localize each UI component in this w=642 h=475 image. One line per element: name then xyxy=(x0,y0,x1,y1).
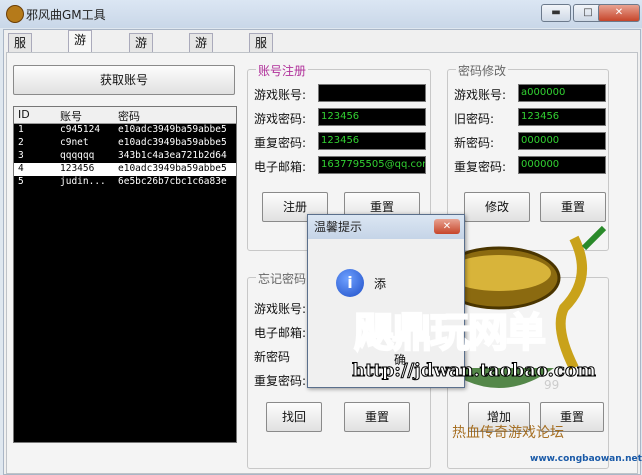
repeat-new-password-input[interactable]: 000000 xyxy=(518,156,606,174)
register-repeat-input[interactable]: 123456 xyxy=(318,132,426,150)
forgot-repeat-label: 重复密码: xyxy=(254,374,307,388)
dialog-message: 添 xyxy=(374,277,387,291)
change-account-input[interactable]: a000000 xyxy=(518,84,606,102)
forgot-password-title: 忘记密码 xyxy=(256,270,309,287)
register-email-input[interactable]: 1637795505@qq.com xyxy=(318,156,426,174)
old-password-input[interactable]: 123456 xyxy=(518,108,606,126)
window-title: 邪风曲GM工具 xyxy=(26,8,106,22)
table-row[interactable]: 3 qqqqqq 343b1c4a3ea721b2d64 xyxy=(14,150,236,163)
watermark-forum: 热血传奇游戏论坛 xyxy=(452,425,564,441)
repeat-new-password-label: 重复密码: xyxy=(454,160,507,174)
new-password-label: 新密码: xyxy=(454,136,495,150)
new-password-input[interactable]: 000000 xyxy=(518,132,606,150)
dialog-close-button[interactable]: ✕ xyxy=(434,219,460,234)
info-icon: i xyxy=(336,269,364,297)
forgot-email-label: 电子邮箱: xyxy=(254,326,307,340)
register-email-label: 电子邮箱: xyxy=(254,160,307,174)
account-list[interactable]: ID 账号 密码 1 c945124 e10adc3949ba59abbe5 2 c9… xyxy=(13,106,237,443)
find-button[interactable]: 找回 xyxy=(266,402,322,432)
watermark-site: www.congbaowan.net xyxy=(530,454,642,464)
watermark-title: 飓鼎玩网单 xyxy=(353,309,547,357)
register-account-input[interactable] xyxy=(318,84,426,102)
table-row[interactable]: 2 c9net e10adc3949ba59abbe5 xyxy=(14,137,236,150)
list-header: ID 账号 密码 xyxy=(14,107,236,124)
forgot-account-label: 游戏账号: xyxy=(254,302,307,316)
column-password[interactable]: 密码 xyxy=(118,108,140,124)
old-password-label: 旧密码: xyxy=(454,112,495,126)
get-accounts-button[interactable]: 获取账号 xyxy=(13,65,235,95)
change-account-label: 游戏账号: xyxy=(454,88,507,102)
register-account-label: 游戏账号: xyxy=(254,88,307,102)
change-password-title: 密码修改 xyxy=(456,62,509,79)
tab-game-modify[interactable]: 游戏修改 xyxy=(129,33,154,107)
watermark-url: http://jdwan.taobao.com xyxy=(352,360,597,382)
register-password-label: 游戏密码: xyxy=(254,112,307,126)
table-row[interactable]: 1 c945124 e10adc3949ba59abbe5 xyxy=(14,124,236,137)
register-repeat-label: 重复密码: xyxy=(254,136,307,150)
title-bar: 邪风曲GM工具 ▬ □ ✕ xyxy=(0,0,642,28)
tab-server[interactable]: 服务器类 xyxy=(8,33,33,107)
tab-service-tools[interactable]: 服务工具 xyxy=(249,33,274,107)
table-row[interactable]: 5 judin... 6e5bc26b7cbc1c6a83e xyxy=(14,176,236,189)
column-account[interactable]: 账号 xyxy=(60,108,82,124)
column-id[interactable]: ID xyxy=(18,108,30,121)
app-icon xyxy=(6,5,24,23)
register-password-input[interactable]: 123456 xyxy=(318,108,426,126)
close-button[interactable]: ✕ xyxy=(598,4,640,22)
tab-game-account[interactable]: 游戏账号 xyxy=(68,30,93,104)
minimize-button[interactable]: ▬ xyxy=(541,4,571,22)
table-row-selected[interactable]: 4 123456 e10adc3949ba59abbe5 xyxy=(14,163,236,176)
register-title: 账号注册 xyxy=(256,62,309,79)
tab-game-recharge[interactable]: 游戏充值 xyxy=(189,33,214,107)
forgot-new-password-label: 新密码 xyxy=(254,350,291,364)
